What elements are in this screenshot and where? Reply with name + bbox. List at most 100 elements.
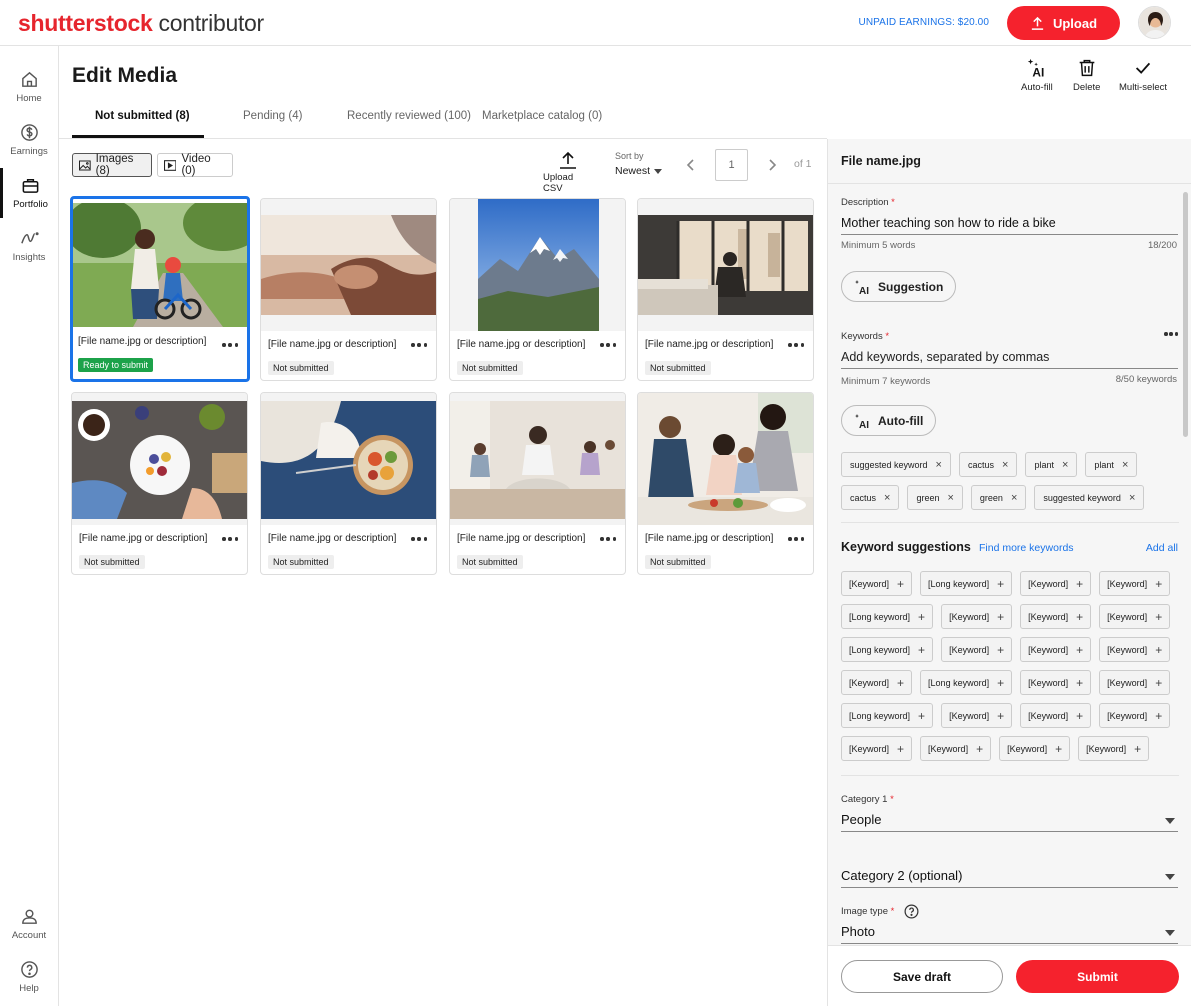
close-icon[interactable]: × [1062,459,1068,471]
keyword-chip[interactable]: cactus × [958,452,1018,477]
media-card-name: [File name.jpg or description] [645,339,774,350]
sort-value: Newest [615,165,651,177]
suggestion-chip[interactable]: [Keyword] + [841,571,913,596]
suggestion-chip[interactable]: [Keyword] + [941,604,1013,629]
close-icon[interactable]: × [1129,492,1135,504]
media-card[interactable]: [File name.jpg or description] Not submi… [260,392,437,575]
suggestion-button[interactable]: AI Suggestion [841,271,957,302]
nav-item-account[interactable]: Account [0,899,58,949]
keyword-chip[interactable]: plant × [1085,452,1138,477]
close-icon[interactable]: × [1122,459,1128,471]
autofill-keywords-button[interactable]: AI Auto-fill [841,405,937,436]
description-field[interactable]: Mother teaching son how to ride a bike [841,216,1178,235]
more-options-icon[interactable] [788,341,804,349]
close-icon[interactable]: × [936,459,942,471]
suggestion-chip[interactable]: [Long keyword] + [841,604,934,629]
find-more-keywords-link[interactable]: Find more keywords [979,542,1074,554]
unpaid-earnings-link[interactable]: UNPAID EARNINGS: $20.00 [859,17,990,28]
suggestion-chip[interactable]: [Keyword] + [1099,637,1171,662]
close-icon[interactable]: × [1011,492,1017,504]
sort-dropdown[interactable]: Newest [615,165,663,177]
page-number-input[interactable]: 1 [715,149,748,181]
suggestion-chip[interactable]: [Keyword] + [1020,604,1092,629]
keyword-chip[interactable]: suggested keyword × [1034,485,1145,510]
keywords-count: 8/50 keywords [1115,374,1177,385]
suggestion-chip[interactable]: [Keyword] + [999,736,1071,761]
upload-button[interactable]: Upload [1007,6,1120,40]
category1-select[interactable]: People [841,812,1178,832]
panel-scrollbar[interactable] [1183,192,1188,437]
delete-action[interactable]: Delete [1073,57,1100,93]
suggestion-chip[interactable]: [Long keyword] + [920,670,1013,695]
autofill-action[interactable]: AI Auto-fill [1021,57,1053,93]
suggestion-chip[interactable]: [Keyword] + [1099,571,1171,596]
more-options-icon[interactable] [788,535,804,543]
filter-video-button[interactable]: Video (0) [157,153,233,177]
more-options-icon[interactable] [600,341,616,349]
close-icon[interactable]: × [947,492,953,504]
media-card[interactable]: [File name.jpg or description] Not submi… [637,198,814,381]
suggestion-chip[interactable]: [Keyword] + [1020,670,1092,695]
filter-images-button[interactable]: Images (8) [72,153,152,177]
suggestion-chip[interactable]: [Keyword] + [1078,736,1150,761]
media-card[interactable]: [File name.jpg or description] Not submi… [449,198,626,381]
suggestion-chip[interactable]: [Keyword] + [1020,637,1092,662]
suggestion-chip[interactable]: [Keyword] + [1020,571,1092,596]
keyword-chip[interactable]: plant × [1025,452,1078,477]
media-thumbnail [73,203,247,327]
keyword-chip[interactable]: green × [907,485,963,510]
submit-button[interactable]: Submit [1016,960,1179,993]
more-options-icon[interactable] [411,535,427,543]
tab-not-submitted[interactable]: Not submitted (8) [72,100,204,138]
keyword-chip[interactable]: green × [970,485,1027,510]
tab-recently-reviewed[interactable]: Recently reviewed (100) [346,100,481,138]
category2-select[interactable]: Category 2 (optional) [841,868,1178,888]
shutterstock-logo[interactable]: shutterstock contributor [18,10,264,37]
more-options-icon[interactable] [600,535,616,543]
keyword-chip[interactable]: suggested keyword × [841,452,951,477]
add-all-link[interactable]: Add all [1146,542,1178,554]
media-card[interactable]: [File name.jpg or description] Not submi… [71,392,248,575]
more-options-icon[interactable] [222,341,238,349]
suggestion-chip[interactable]: [Keyword] + [920,736,992,761]
more-options-icon[interactable] [222,535,238,543]
nav-label-home: Home [16,93,42,104]
suggestion-chip[interactable]: [Keyword] + [841,736,913,761]
close-icon[interactable]: × [1002,459,1008,471]
tab-marketplace-catalog[interactable]: Marketplace catalog (0) [481,100,611,138]
suggestion-chip[interactable]: [Keyword] + [941,637,1013,662]
more-options-icon[interactable] [1164,332,1178,337]
help-icon[interactable] [904,904,919,919]
media-card[interactable]: [File name.jpg or description] Not submi… [637,392,814,575]
suggestion-chip[interactable]: [Keyword] + [1099,703,1171,728]
nav-item-earnings[interactable]: Earnings [0,115,58,165]
save-draft-button[interactable]: Save draft [841,960,1003,993]
nav-item-home[interactable]: Home [0,62,58,112]
avatar[interactable] [1138,6,1171,39]
image-type-select[interactable]: Photo [841,924,1178,944]
nav-item-portfolio[interactable]: Portfolio [0,168,58,218]
suggestion-chip[interactable]: [Long keyword] + [841,703,934,728]
suggestion-chip[interactable]: [Long keyword] + [841,637,934,662]
keywords-input[interactable]: Add keywords, separated by commas [841,350,1178,369]
prev-page-button[interactable] [677,151,705,179]
plus-icon: + [897,741,905,756]
media-card[interactable]: [File name.jpg or description] Not submi… [260,198,437,381]
more-options-icon[interactable] [411,341,427,349]
nav-item-help[interactable]: Help [0,952,58,1002]
suggestion-chip[interactable]: [Keyword] + [841,670,913,695]
multiselect-action[interactable]: Multi-select [1119,57,1167,93]
upload-csv-button[interactable]: Upload CSV [543,150,593,194]
media-card[interactable]: [File name.jpg or description] Not submi… [449,392,626,575]
close-icon[interactable]: × [884,492,890,504]
tab-pending[interactable]: Pending (4) [204,100,346,138]
nav-item-insights[interactable]: Insights [0,221,58,271]
next-page-button[interactable] [758,151,786,179]
suggestion-chip[interactable]: [Keyword] + [1099,670,1171,695]
suggestion-chip[interactable]: [Long keyword] + [920,571,1013,596]
suggestion-chip[interactable]: [Keyword] + [1099,604,1171,629]
media-card[interactable]: [File name.jpg or description] Ready to … [70,196,250,382]
suggestion-chip[interactable]: [Keyword] + [941,703,1013,728]
suggestion-chip[interactable]: [Keyword] + [1020,703,1092,728]
keyword-chip[interactable]: cactus × [841,485,900,510]
